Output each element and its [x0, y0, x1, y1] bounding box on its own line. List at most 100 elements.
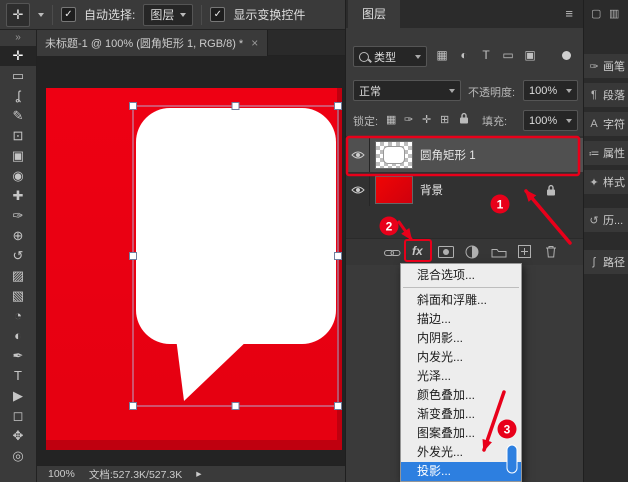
speech-bubble-layer[interactable] [36, 56, 345, 465]
handle-top-center[interactable] [231, 102, 240, 110]
eraser-tool[interactable]: ▨ [0, 266, 36, 286]
spot-healing-brush-tool[interactable]: ✚ [0, 186, 36, 206]
close-tab-icon[interactable]: × [251, 36, 258, 50]
move-tool[interactable]: ✛ [0, 46, 36, 66]
visibility-eye-icon[interactable] [346, 138, 370, 172]
rectangular-marquee-tool[interactable]: ▭ [0, 66, 36, 86]
layer-row-rounded-rectangle-1[interactable]: 圆角矩形 1 [346, 138, 583, 172]
new-layer-icon[interactable] [518, 245, 531, 258]
panel-tab-brush[interactable]: ✑ 画笔 [584, 54, 628, 78]
zoom-level[interactable]: 100% [48, 468, 75, 480]
tab-layers[interactable]: 图层 [348, 0, 401, 28]
lock-all-icon[interactable] [459, 112, 469, 125]
panel-tab-paths[interactable]: ʃ 路径 [584, 250, 628, 274]
panel-tab-character[interactable]: A 字符 [584, 112, 628, 136]
quick-selection-tool[interactable]: ✎ [0, 106, 36, 126]
clone-stamp-tool[interactable]: ⊕ [0, 226, 36, 246]
filter-toggle-icon[interactable] [562, 51, 571, 60]
divider [52, 4, 53, 25]
filter-type-layers-icon[interactable]: T [478, 48, 494, 62]
lock-position-icon[interactable]: ✛ [422, 113, 431, 126]
filter-adjustment-layers-icon[interactable]: ◐ [456, 48, 472, 62]
panel-tab-history[interactable]: ↺ 历... [584, 208, 628, 232]
new-adjustment-layer-icon[interactable] [465, 245, 479, 259]
speech-bubble-tail[interactable] [176, 338, 250, 401]
character-icon: A [590, 118, 598, 130]
menu-item-outer-glow[interactable]: 外发光... [401, 443, 521, 462]
menu-item-stroke[interactable]: 描边... [401, 310, 521, 329]
menu-item-blending-options[interactable]: 混合选项... [401, 266, 521, 285]
hand-tool[interactable]: ✥ [0, 426, 36, 446]
menu-item-inner-glow[interactable]: 内发光... [401, 348, 521, 367]
dodge-tool[interactable]: ◐ [0, 326, 36, 346]
history-brush-tool[interactable]: ↺ [0, 246, 36, 266]
document-tab[interactable]: 未标题-1 @ 100% (圆角矩形 1, RGB/8) * × [36, 30, 269, 56]
brush-tool[interactable]: ✑ [0, 206, 36, 226]
visibility-eye-icon[interactable] [346, 174, 370, 206]
menu-item-drop-shadow[interactable]: 投影... [401, 462, 521, 481]
menu-item-gradient-overlay[interactable]: 渐变叠加... [401, 405, 521, 424]
auto-select-target-dropdown[interactable]: 图层 [143, 3, 194, 26]
filter-pixel-layers-icon[interactable]: ▦ [434, 48, 450, 62]
type-tool[interactable]: T [0, 366, 36, 386]
handle-top-right[interactable] [334, 102, 342, 110]
layer-name[interactable]: 背景 [420, 182, 443, 198]
layer-thumbnail[interactable] [376, 142, 412, 168]
current-tool-icon[interactable]: ✛ [6, 2, 30, 27]
divider [201, 4, 203, 25]
lock-image-pixels-icon[interactable]: ✑ [404, 113, 413, 126]
menu-item-color-overlay[interactable]: 颜色叠加... [401, 386, 521, 405]
filter-smart-objects-icon[interactable]: ▣ [522, 48, 538, 62]
auto-select-checkbox[interactable]: ✓ [61, 7, 76, 22]
auto-select-label: 自动选择: [84, 8, 136, 22]
add-layer-mask-icon[interactable] [438, 246, 454, 258]
menu-item-inner-shadow[interactable]: 内阴影... [401, 329, 521, 348]
crop-tool[interactable]: ⊡ [0, 126, 36, 146]
tool-preset-caret-icon[interactable] [38, 12, 44, 17]
rectangle-tool[interactable]: ◻ [0, 406, 36, 426]
zoom-tool[interactable]: ◎ [0, 446, 36, 466]
chevron-down-icon [180, 12, 187, 17]
fill-dropdown[interactable]: 100% [523, 110, 578, 131]
show-transform-controls-checkbox[interactable]: ✓ [210, 7, 226, 22]
panel-menu-icon[interactable]: ≡ [565, 6, 573, 21]
handle-top-left[interactable] [129, 102, 137, 110]
dock-workspace-icon[interactable]: ▥ [609, 7, 619, 20]
lock-transparent-pixels-icon[interactable]: ▦ [386, 113, 396, 126]
menu-item-bevel-emboss[interactable]: 斜面和浮雕... [401, 291, 521, 310]
panel-tab-paragraph[interactable]: ¶ 段落 [584, 83, 628, 107]
handle-bottom-left[interactable] [129, 402, 137, 410]
panel-tab-styles[interactable]: ✦ 样式 [584, 170, 628, 194]
speech-bubble-body[interactable] [136, 108, 336, 344]
handle-bottom-right[interactable] [334, 402, 342, 410]
lock-artboard-icon[interactable]: ⊞ [440, 113, 449, 126]
filter-shape-layers-icon[interactable]: ▭ [500, 48, 516, 62]
blur-tool[interactable]: ◔ [0, 306, 36, 326]
layer-filter-type-dropdown[interactable]: 类型 [353, 46, 427, 67]
blend-mode-dropdown[interactable]: 正常 [353, 80, 461, 101]
new-group-folder-icon[interactable] [491, 246, 507, 258]
toolbox-collapse-icon[interactable]: » [0, 30, 36, 46]
layer-row-background[interactable]: 背景 [346, 174, 583, 206]
status-popup-chevron-icon[interactable]: ▸ [196, 468, 201, 480]
path-selection-tool[interactable]: ▶ [0, 386, 36, 406]
delete-layer-trash-icon[interactable] [545, 245, 557, 258]
handle-middle-left[interactable] [129, 252, 137, 260]
handle-bottom-center[interactable] [231, 402, 240, 410]
dock-collapse-icon[interactable]: ▢ [591, 7, 601, 20]
layer-thumbnail[interactable] [376, 177, 412, 203]
layer-name[interactable]: 圆角矩形 1 [420, 147, 476, 163]
menu-item-satin[interactable]: 光泽... [401, 367, 521, 386]
opacity-dropdown[interactable]: 100% [523, 80, 578, 101]
menu-item-pattern-overlay[interactable]: 图案叠加... [401, 424, 521, 443]
eyedropper-tool[interactable]: ◉ [0, 166, 36, 186]
frame-tool[interactable]: ▣ [0, 146, 36, 166]
pen-tool[interactable]: ✒ [0, 346, 36, 366]
link-layers-icon[interactable] [384, 248, 401, 258]
panel-tab-properties[interactable]: ≔ 属性 [584, 141, 628, 165]
chevron-down-icon [415, 54, 421, 59]
layer-style-fx-button[interactable]: fx [412, 244, 423, 258]
gradient-tool[interactable]: ▧ [0, 286, 36, 306]
lasso-tool[interactable]: ʆ [0, 86, 36, 106]
handle-middle-right[interactable] [334, 252, 342, 260]
